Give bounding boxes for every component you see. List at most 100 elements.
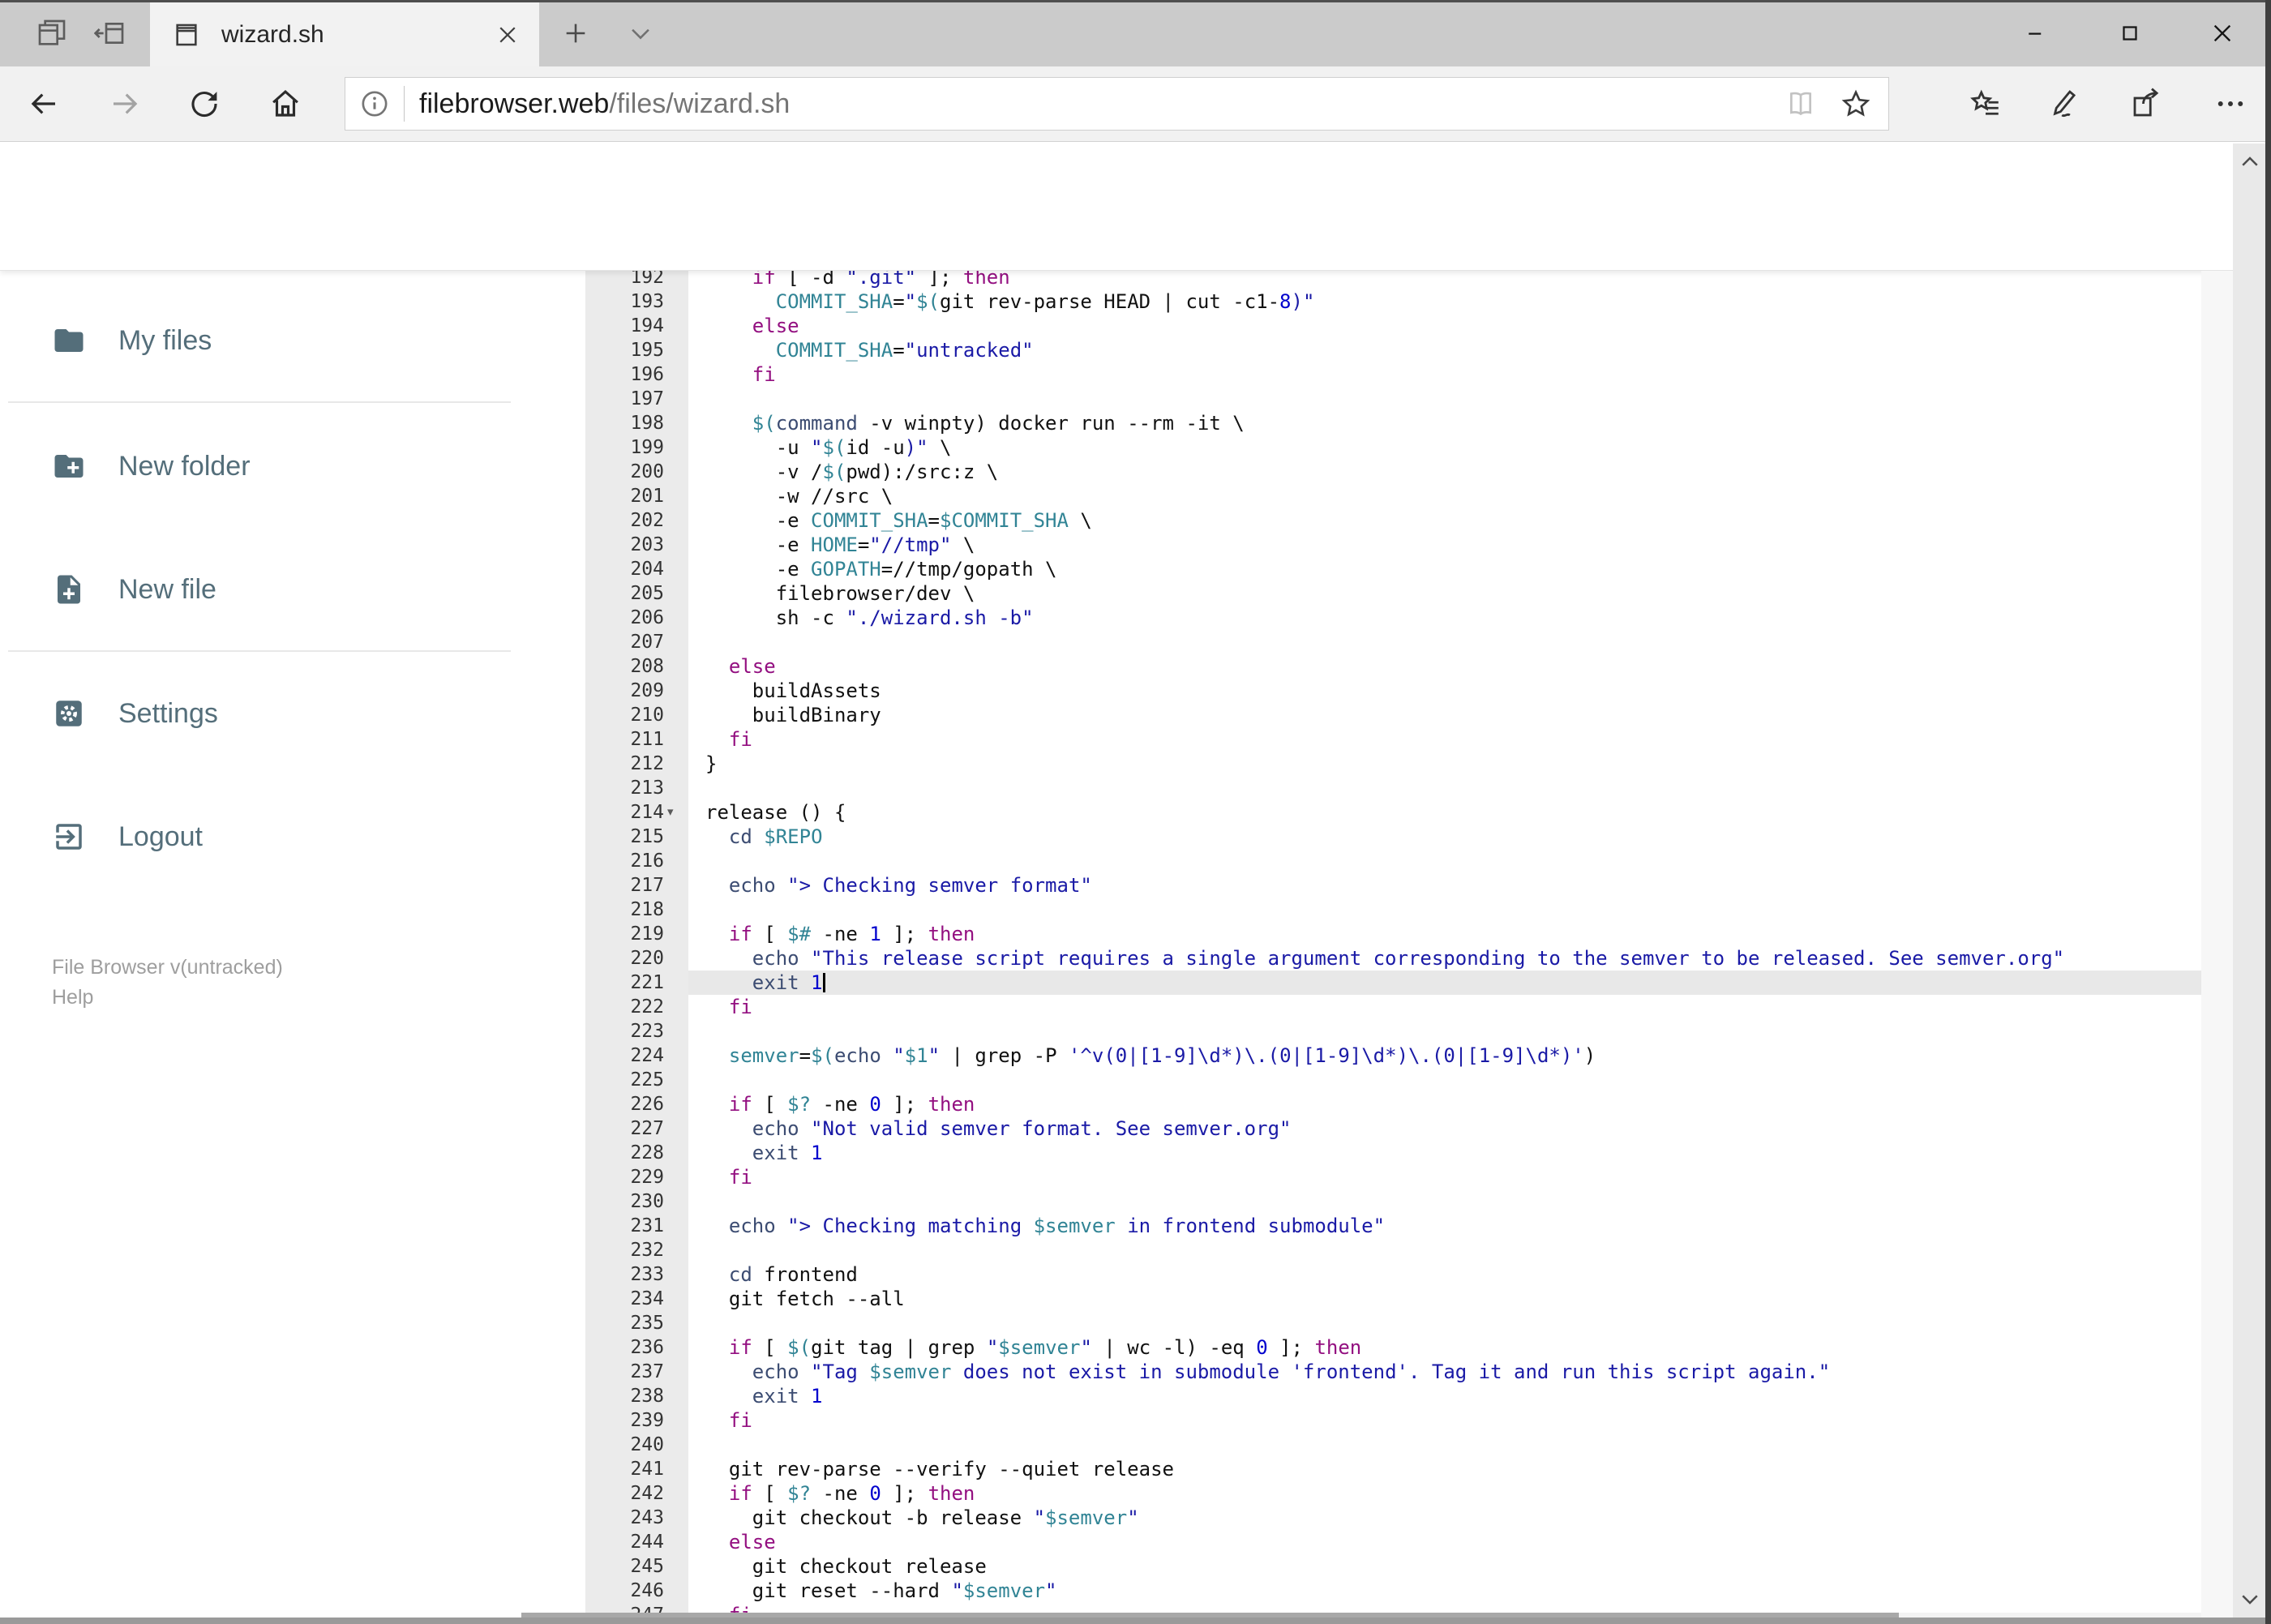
- code-line-207[interactable]: 207: [521, 630, 2201, 654]
- code-line-233[interactable]: 233 cd frontend: [521, 1262, 2201, 1287]
- code-line-196[interactable]: 196 fi: [521, 362, 2201, 387]
- code-line-237[interactable]: 237 echo "Tag $semver does not exist in …: [521, 1360, 2201, 1384]
- new-tab-button[interactable]: [551, 0, 600, 66]
- forward-icon[interactable]: [102, 66, 148, 141]
- window-minimize-button[interactable]: [1995, 0, 2076, 66]
- sidebar-item-settings[interactable]: Settings: [52, 677, 218, 750]
- vertical-scrollbar[interactable]: [2233, 144, 2266, 1618]
- code-line-199[interactable]: 199 -u "$(id -u)" \: [521, 435, 2201, 460]
- code-line-203[interactable]: 203 -e HOME="//tmp" \: [521, 533, 2201, 557]
- code-line-195[interactable]: 195 COMMIT_SHA="untracked": [521, 338, 2201, 362]
- code-line-201[interactable]: 201 -w //src \: [521, 484, 2201, 508]
- code-line-215[interactable]: 215 cd $REPO: [521, 825, 2201, 849]
- browser-menu-icon[interactable]: [2208, 66, 2253, 141]
- line-number: 221: [630, 972, 664, 993]
- code-line-219[interactable]: 219 if [ $# -ne 1 ]; then: [521, 922, 2201, 946]
- code-line-208[interactable]: 208 else: [521, 654, 2201, 679]
- sidebar-item-my-files[interactable]: My files: [52, 304, 212, 377]
- code-line-205[interactable]: 205 filebrowser/dev \: [521, 581, 2201, 606]
- code-line-245[interactable]: 245 git checkout release: [521, 1554, 2201, 1579]
- code-line-234[interactable]: 234 git fetch --all: [521, 1287, 2201, 1311]
- code-line-224[interactable]: 224 semver=$(echo "$1" | grep -P '^v(0|[…: [521, 1043, 2201, 1068]
- main-area: My files New folder New file Settings Lo…: [0, 271, 2271, 1624]
- code-line-242[interactable]: 242 if [ $? -ne 0 ]; then: [521, 1481, 2201, 1506]
- code-line-240[interactable]: 240: [521, 1433, 2201, 1457]
- sidebar-item-new-file[interactable]: New file: [52, 553, 216, 626]
- browser-titlebar: wizard.sh: [0, 0, 2271, 66]
- browser-tab[interactable]: wizard.sh: [150, 2, 539, 66]
- code-line-213[interactable]: 213: [521, 776, 2201, 800]
- refresh-icon[interactable]: [182, 66, 227, 141]
- code-line-212[interactable]: 212}: [521, 752, 2201, 776]
- code-line-230[interactable]: 230: [521, 1189, 2201, 1214]
- code-line-216[interactable]: 216: [521, 849, 2201, 873]
- home-icon[interactable]: [263, 66, 308, 141]
- line-number: 237: [630, 1361, 664, 1382]
- code-line-197[interactable]: 197: [521, 387, 2201, 411]
- code-text: echo "This release script requires a sin…: [752, 947, 2065, 970]
- url-text[interactable]: filebrowser.web/files/wizard.sh: [419, 88, 790, 120]
- code-line-194[interactable]: 194 else: [521, 314, 2201, 338]
- code-line-236[interactable]: 236 if [ $(git tag | grep "$semver" | wc…: [521, 1335, 2201, 1360]
- code-line-222[interactable]: 222 fi: [521, 995, 2201, 1019]
- code-line-198[interactable]: 198 $(command -v winpty) docker run --rm…: [521, 411, 2201, 435]
- sidebar-item-logout[interactable]: Logout: [52, 800, 203, 873]
- code-line-228[interactable]: 228 exit 1: [521, 1141, 2201, 1165]
- site-info-icon[interactable]: [358, 88, 391, 120]
- code-line-209[interactable]: 209 buildAssets: [521, 679, 2201, 703]
- code-line-193[interactable]: 193 COMMIT_SHA="$(git rev-parse HEAD | c…: [521, 289, 2201, 314]
- sidebar-item-label: Logout: [118, 821, 203, 852]
- tab-close-icon[interactable]: [495, 23, 520, 47]
- code-line-211[interactable]: 211 fi: [521, 727, 2201, 752]
- line-number: 234: [630, 1288, 664, 1309]
- code-line-235[interactable]: 235: [521, 1311, 2201, 1335]
- code-line-192[interactable]: 192 if [ -d ".git" ]; then: [521, 271, 2201, 289]
- code-line-202[interactable]: 202 -e COMMIT_SHA=$COMMIT_SHA \: [521, 508, 2201, 533]
- set-tabs-aside-icon[interactable]: [83, 0, 138, 66]
- code-line-243[interactable]: 243 git checkout -b release "$semver": [521, 1506, 2201, 1530]
- code-editor[interactable]: 192 if [ -d ".git" ]; then 193 COMMIT_SHA…: [521, 271, 2271, 1624]
- code-line-206[interactable]: 206 sh -c "./wizard.sh -b": [521, 606, 2201, 630]
- code-line-217[interactable]: 217 echo "> Checking semver format": [521, 873, 2201, 898]
- code-line-204[interactable]: 204 -e GOPATH=//tmp/gopath \: [521, 557, 2201, 581]
- help-link[interactable]: Help: [52, 983, 283, 1013]
- tab-list-chevron-icon[interactable]: [616, 0, 665, 66]
- scroll-up-icon[interactable]: [2233, 144, 2266, 181]
- code-line-239[interactable]: 239 fi: [521, 1408, 2201, 1433]
- code-line-221[interactable]: 221 exit 1: [521, 971, 2201, 995]
- code-line-223[interactable]: 223: [521, 1019, 2201, 1043]
- code-line-232[interactable]: 232: [521, 1238, 2201, 1262]
- address-bar[interactable]: filebrowser.web/files/wizard.sh: [345, 77, 1889, 131]
- code-line-220[interactable]: 220 echo "This release script requires a…: [521, 946, 2201, 971]
- share-page-icon[interactable]: [2123, 66, 2169, 141]
- window-close-button[interactable]: [2182, 0, 2263, 66]
- tab-preview-icon[interactable]: [24, 0, 79, 66]
- sidebar-item-new-folder[interactable]: New folder: [52, 430, 251, 503]
- code-line-214[interactable]: 214 ▾ release () {: [521, 800, 2201, 825]
- line-number: 240: [630, 1434, 664, 1455]
- code-text: fi: [752, 363, 776, 386]
- favorite-star-icon[interactable]: [1840, 88, 1872, 120]
- code-line-229[interactable]: 229 fi: [521, 1165, 2201, 1189]
- code-line-244[interactable]: 244 else: [521, 1530, 2201, 1554]
- code-line-200[interactable]: 200 -v /$(pwd):/src:z \: [521, 460, 2201, 484]
- code-text: -u "$(id -u)" \: [705, 436, 952, 459]
- line-number: 201: [630, 486, 664, 507]
- code-line-225[interactable]: 225: [521, 1068, 2201, 1092]
- back-icon[interactable]: [21, 66, 66, 141]
- fold-arrow-icon[interactable]: ▾: [667, 800, 674, 825]
- ink-notes-icon[interactable]: [2041, 66, 2086, 141]
- code-line-246[interactable]: 246 git reset --hard "$semver": [521, 1579, 2201, 1603]
- code-text: -w //src \: [705, 485, 893, 508]
- hub-favorites-icon[interactable]: [1963, 66, 2008, 141]
- code-line-238[interactable]: 238 exit 1: [521, 1384, 2201, 1408]
- line-number: 241: [630, 1459, 664, 1480]
- code-line-218[interactable]: 218: [521, 898, 2201, 922]
- scroll-down-icon[interactable]: [2233, 1580, 2266, 1618]
- code-line-231[interactable]: 231 echo "> Checking matching $semver in…: [521, 1214, 2201, 1238]
- window-maximize-button[interactable]: [2089, 0, 2170, 66]
- code-line-227[interactable]: 227 echo "Not valid semver format. See s…: [521, 1116, 2201, 1141]
- code-line-241[interactable]: 241 git rev-parse --verify --quiet relea…: [521, 1457, 2201, 1481]
- code-line-210[interactable]: 210 buildBinary: [521, 703, 2201, 727]
- code-line-226[interactable]: 226 if [ $? -ne 0 ]; then: [521, 1092, 2201, 1116]
